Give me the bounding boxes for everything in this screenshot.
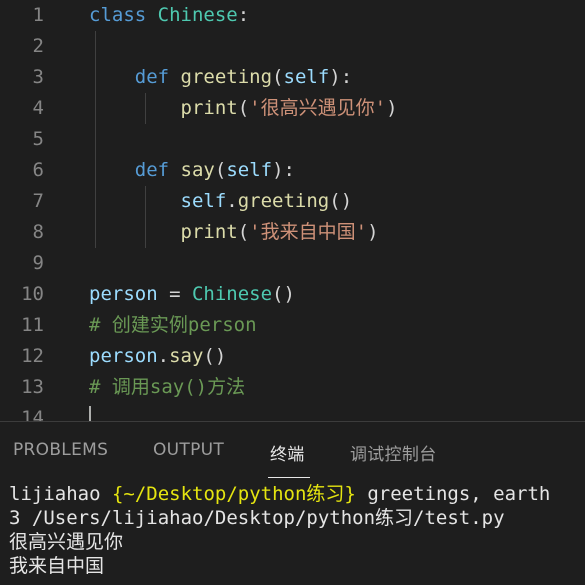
line-number: 2 xyxy=(32,35,44,57)
code-token: ): xyxy=(272,159,295,181)
code-line[interactable]: 7 self.greeting() xyxy=(0,186,585,217)
code-line[interactable]: 12 person.say() xyxy=(0,341,585,372)
code-text: # 创建实例person xyxy=(89,310,257,341)
code-token: . xyxy=(226,190,238,212)
line-number: 6 xyxy=(32,159,44,181)
code-text: print('很高兴遇见你') xyxy=(89,93,398,124)
code-editor[interactable]: 1 class Chinese: 2 3 def greeting(self): 4 p… xyxy=(0,0,585,421)
code-token: print xyxy=(180,221,238,243)
code-line[interactable]: 2 xyxy=(0,31,585,62)
code-line[interactable]: 10 person = Chinese() xyxy=(0,279,585,310)
code-token: self xyxy=(180,190,227,212)
code-text: class Chinese: xyxy=(89,0,249,31)
code-token: person xyxy=(89,283,158,305)
tab-problems[interactable]: PROBLEMS xyxy=(13,440,108,460)
terminal-user: lijiahao xyxy=(9,483,101,505)
tab-output[interactable]: OUTPUT xyxy=(153,440,224,460)
code-token: def xyxy=(134,66,181,88)
code-text: print('我来自中国') xyxy=(89,217,379,248)
line-number: 11 xyxy=(21,314,44,336)
code-token: () xyxy=(329,190,353,212)
code-text: self.greeting() xyxy=(89,186,353,217)
code-token: () xyxy=(272,283,295,305)
code-token: . xyxy=(157,345,170,367)
code-token: ( xyxy=(214,159,227,181)
code-token: '我来自中国' xyxy=(249,221,368,243)
text-cursor xyxy=(89,406,91,421)
code-token: self xyxy=(283,66,330,88)
code-text: def say(self): xyxy=(89,155,295,186)
code-token: ) xyxy=(386,97,398,119)
code-line[interactable]: 9 xyxy=(0,248,585,279)
line-number: 13 xyxy=(21,376,44,398)
code-token: print xyxy=(180,97,238,119)
code-token: Chinese xyxy=(157,4,238,26)
terminal-path: {~/Desktop/python练习} xyxy=(111,483,356,505)
code-line[interactable]: 3 def greeting(self): xyxy=(0,62,585,93)
code-token: class xyxy=(89,4,158,26)
code-line[interactable]: 11 # 创建实例person xyxy=(0,310,585,341)
indent-guide xyxy=(95,124,96,155)
line-number: 9 xyxy=(32,252,44,274)
code-line[interactable]: 8 print('我来自中国') xyxy=(0,217,585,248)
code-token: : xyxy=(237,4,250,26)
terminal-prompt-line: lijiahao {~/Desktop/python练习} greetings,… xyxy=(9,482,550,506)
tab-terminal[interactable]: 终端 xyxy=(270,440,305,465)
line-number: 1 xyxy=(32,4,44,26)
line-number: 10 xyxy=(21,283,44,305)
code-token: def xyxy=(134,159,181,181)
code-token: ( xyxy=(272,66,284,88)
code-token: '很高兴遇见你' xyxy=(249,97,387,119)
code-token: say xyxy=(169,345,204,367)
code-line[interactable]: 6 def say(self): xyxy=(0,155,585,186)
line-number: 12 xyxy=(21,345,44,367)
terminal-line: 3 /Users/lijiahao/Desktop/python练习/test.… xyxy=(9,507,505,529)
code-line[interactable]: 1 class Chinese: xyxy=(0,0,585,31)
code-token: ( xyxy=(237,97,250,119)
code-text: # 调用say()方法 xyxy=(89,372,245,403)
code-token: self xyxy=(226,159,273,181)
code-token: ( xyxy=(237,221,250,243)
line-number: 14 xyxy=(21,407,44,421)
code-token: ) xyxy=(367,221,379,243)
code-token: greeting xyxy=(237,190,330,212)
line-number: 8 xyxy=(32,221,44,243)
code-token: ): xyxy=(329,66,353,88)
terminal-command: greetings, earth xyxy=(355,483,551,505)
line-number: 5 xyxy=(32,128,44,150)
terminal-output-line: 很高兴遇见你 xyxy=(9,531,124,553)
code-token: # 调用say()方法 xyxy=(89,376,246,398)
tab-debug-console[interactable]: 调试控制台 xyxy=(350,440,437,465)
code-text: person = Chinese() xyxy=(89,279,295,310)
line-number: 7 xyxy=(32,190,44,212)
code-token: () xyxy=(203,345,227,367)
active-tab-indicator xyxy=(268,477,310,478)
code-line[interactable]: 14 xyxy=(0,403,585,421)
code-token: = xyxy=(157,283,192,305)
code-text: person.say() xyxy=(89,341,226,372)
code-token: Chinese xyxy=(191,283,273,305)
code-line[interactable]: 13 # 调用say()方法 xyxy=(0,372,585,403)
terminal-output-line: 我来自中国 xyxy=(9,555,105,577)
bottom-panel: PROBLEMS OUTPUT 终端 调试控制台 lijiahao {~/Des… xyxy=(0,421,585,585)
code-token: # 创建实例person xyxy=(89,314,257,336)
code-text: def greeting(self): xyxy=(89,62,352,93)
code-line[interactable]: 4 print('很高兴遇见你') xyxy=(0,93,585,124)
line-number: 3 xyxy=(32,66,44,88)
line-number: 4 xyxy=(32,97,44,119)
code-line[interactable]: 5 xyxy=(0,124,585,155)
code-token: person xyxy=(89,345,158,367)
indent-guide xyxy=(95,31,96,62)
code-token: say xyxy=(180,159,215,181)
code-token: greeting xyxy=(180,66,273,88)
